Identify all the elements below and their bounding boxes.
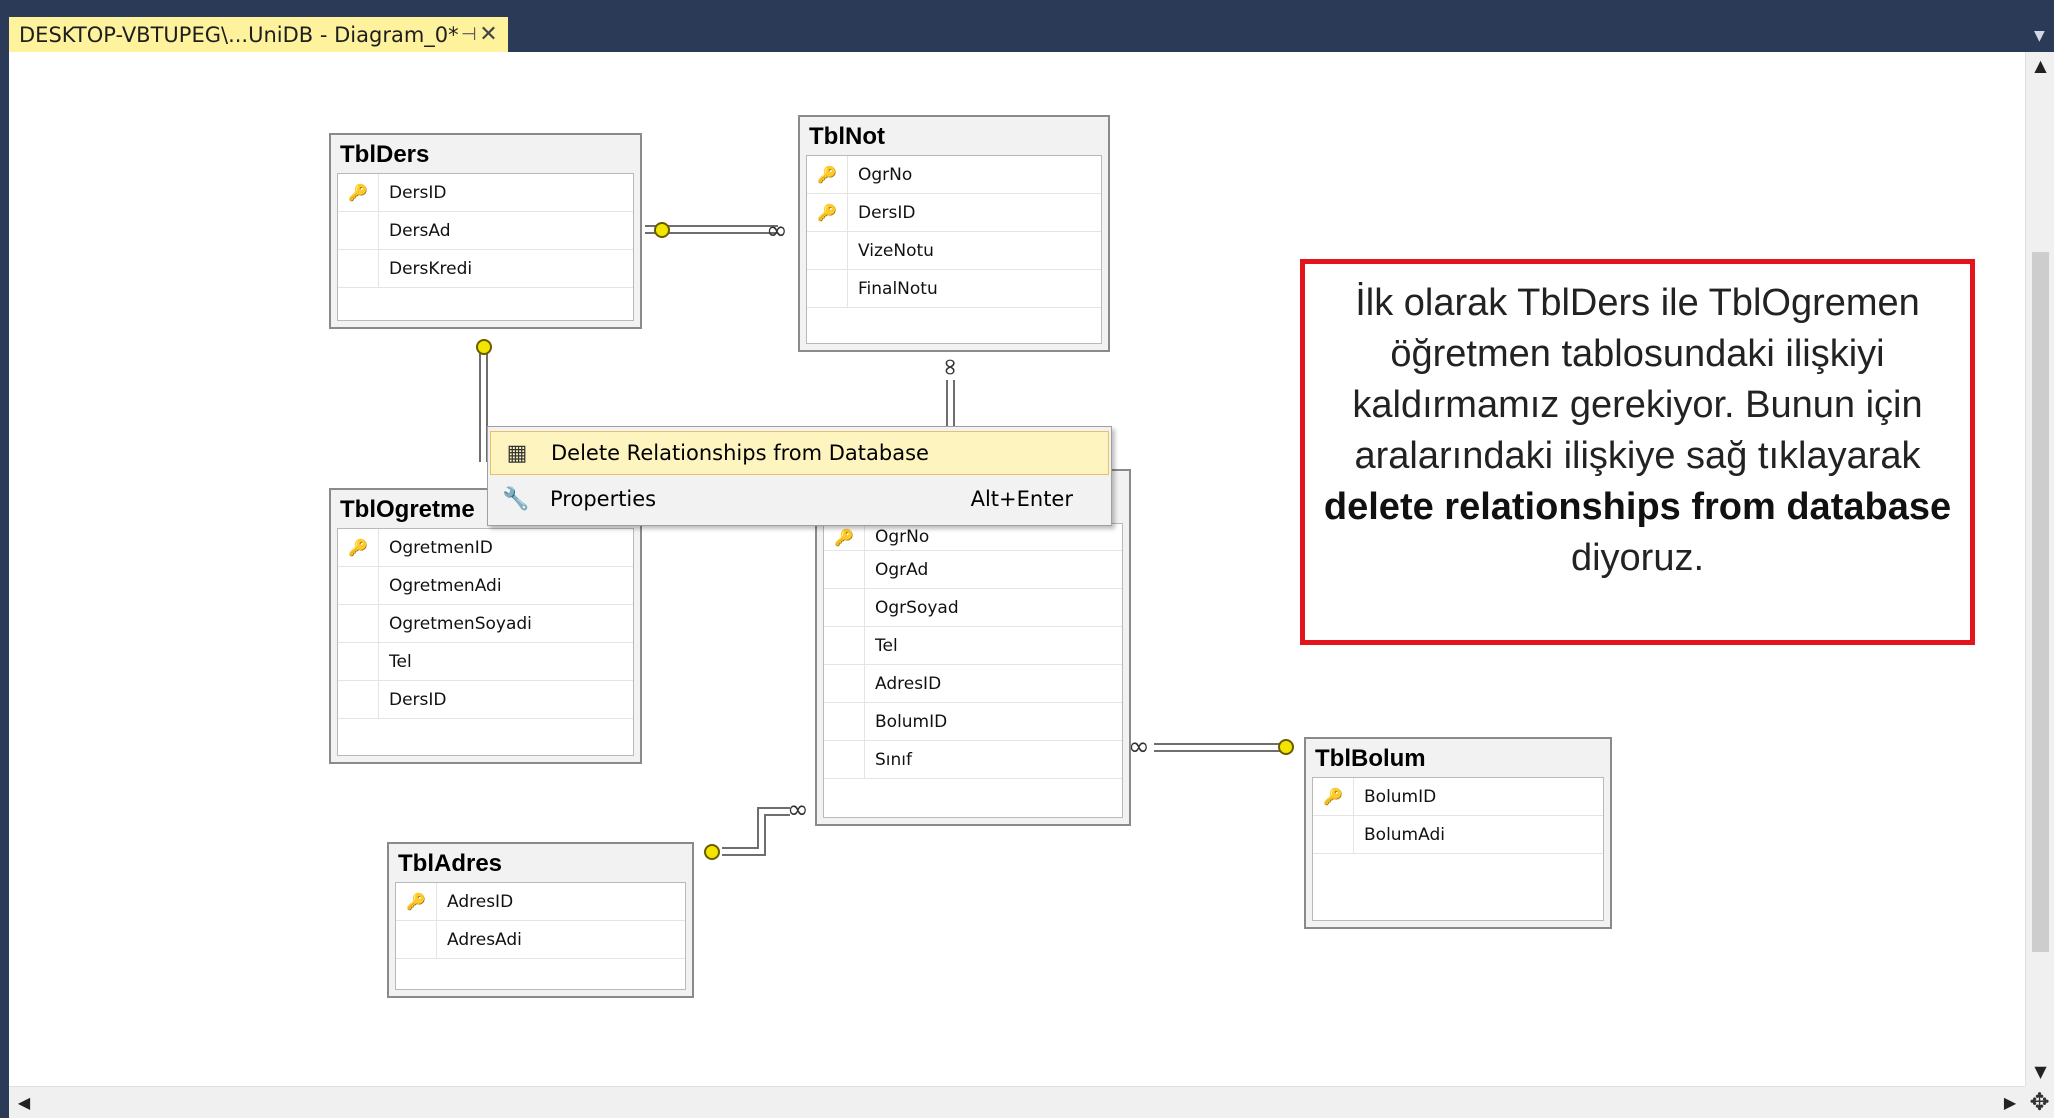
column-row[interactable]: 🔑 AdresID	[396, 883, 685, 921]
scroll-down-icon[interactable]: ▼	[2026, 1058, 2054, 1086]
table-title: TblBolum	[1315, 745, 1426, 772]
tab-dropdown-icon[interactable]: ▼	[2034, 28, 2045, 44]
key-icon: 🔑	[817, 165, 837, 184]
column-row[interactable]: OgrSoyad	[824, 589, 1122, 627]
column-row[interactable]: 🔑 OgretmenID	[338, 529, 633, 567]
table-tbladres[interactable]: TblAdres 🔑 AdresID AdresAdi	[387, 842, 694, 998]
table-tblnot[interactable]: TblNot 🔑 OgrNo 🔑 DersID VizeNotu FinalNotu	[798, 115, 1110, 352]
table-tblbolum[interactable]: TblBolum 🔑 BolumID BolumAdi	[1304, 737, 1612, 929]
column-grid: 🔑 BolumID BolumAdi	[1312, 777, 1604, 921]
column-row[interactable]: DersAd	[338, 212, 633, 250]
move-icon[interactable]: ✥	[2025, 1086, 2054, 1118]
context-menu: ▦ Delete Relationships from Database 🔧 P…	[487, 426, 1112, 526]
left-frame	[0, 52, 9, 1118]
scroll-left-icon[interactable]: ◀	[9, 1087, 39, 1119]
key-icon: 🔑	[1323, 787, 1343, 806]
column-row[interactable]: BolumID	[824, 703, 1122, 741]
column-grid: 🔑 AdresID AdresAdi	[395, 882, 686, 990]
callout-text-end: diyoruz.	[1570, 537, 1705, 579]
column-row[interactable]: BolumAdi	[1313, 816, 1603, 854]
instruction-callout: İlk olarak TblDers ile TblOgremen öğretm…	[1300, 259, 1975, 645]
scroll-up-icon[interactable]: ▲	[2026, 52, 2054, 80]
column-row[interactable]: AdresAdi	[396, 921, 685, 959]
scroll-right-icon[interactable]: ▶	[1995, 1087, 2025, 1119]
vertical-scrollbar[interactable]: ▲ ▼	[2025, 52, 2054, 1086]
column-grid: 🔑 OgrNo OgrAd OgrSoyad Tel AdresID BolumI…	[823, 523, 1123, 818]
key-icon: 🔑	[406, 892, 426, 911]
document-tab[interactable]: DESKTOP-VBTUPEG\...UniDB - Diagram_0* ⊣ …	[9, 17, 508, 52]
column-row[interactable]: OgretmenAdi	[338, 567, 633, 605]
column-row[interactable]: Tel	[824, 627, 1122, 665]
key-icon: 🔑	[834, 527, 854, 547]
column-row[interactable]: 🔑 OgrNo	[824, 524, 1122, 551]
column-grid: 🔑 OgrNo 🔑 DersID VizeNotu FinalNotu	[806, 155, 1102, 344]
menu-item-delete-relationships[interactable]: ▦ Delete Relationships from Database	[490, 431, 1109, 475]
column-row[interactable]: 🔑 DersID	[807, 194, 1101, 232]
close-icon[interactable]: ✕	[479, 22, 498, 47]
callout-text-start: İlk olarak TblDers ile TblOgremen öğretm…	[1352, 282, 1923, 477]
key-icon: 🔑	[348, 538, 368, 557]
table-tblders[interactable]: TblDers 🔑 DersID DersAd DersKredi	[329, 133, 642, 329]
column-row[interactable]: 🔑 BolumID	[1313, 778, 1603, 816]
column-row[interactable]: OgretmenSoyadi	[338, 605, 633, 643]
vertical-scroll-thumb[interactable]	[2032, 252, 2049, 952]
column-row[interactable]: AdresID	[824, 665, 1122, 703]
menu-item-properties[interactable]: 🔧 Properties Alt+Enter	[490, 477, 1109, 521]
column-row[interactable]: DersKredi	[338, 250, 633, 288]
callout-text-bold: delete relationships from database	[1323, 486, 1952, 528]
column-row[interactable]: Tel	[338, 643, 633, 681]
table-tblogretmen[interactable]: TblOgretme 🔑 OgretmenID OgretmenAdi Ogret…	[329, 488, 642, 764]
column-row[interactable]: 🔑 OgrNo	[807, 156, 1101, 194]
column-row[interactable]: FinalNotu	[807, 270, 1101, 308]
tab-title: DESKTOP-VBTUPEG\...UniDB - Diagram_0*	[19, 22, 459, 47]
key-icon: 🔑	[817, 203, 837, 222]
column-row[interactable]: VizeNotu	[807, 232, 1101, 270]
column-grid: 🔑 DersID DersAd DersKredi	[337, 173, 634, 321]
column-grid: 🔑 OgretmenID OgretmenAdi OgretmenSoyadi T…	[337, 528, 634, 756]
horizontal-scrollbar[interactable]: ◀ ▶	[9, 1086, 2025, 1118]
wrench-icon: 🔧	[502, 486, 530, 512]
column-row[interactable]: DersID	[338, 681, 633, 719]
column-row[interactable]: 🔑 DersID	[338, 174, 633, 212]
pin-icon[interactable]: ⊣	[459, 24, 479, 45]
table-title: TblDers	[340, 141, 430, 168]
key-icon: 🔑	[348, 183, 368, 202]
delete-table-icon: ▦	[506, 440, 528, 466]
table-title: TblAdres	[398, 850, 503, 877]
column-row[interactable]: OgrAd	[824, 551, 1122, 589]
column-row[interactable]: Sınıf	[824, 741, 1122, 779]
table-title: TblNot	[809, 123, 885, 150]
